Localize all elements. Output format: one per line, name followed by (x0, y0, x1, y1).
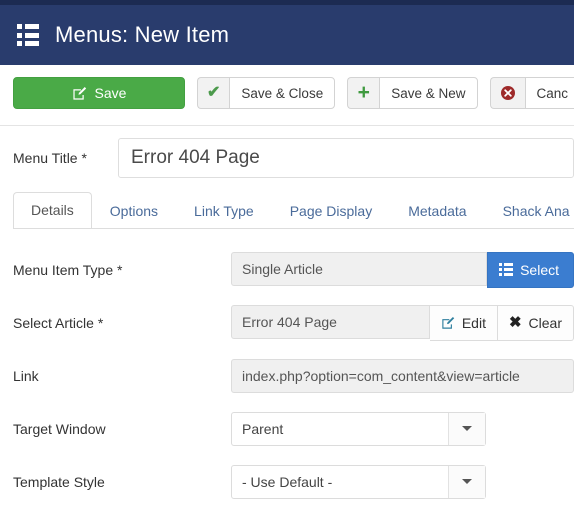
target-window-value: Parent (242, 420, 284, 437)
select-article-value: Error 404 Page (231, 304, 430, 339)
page-header: Menus: New Item (0, 5, 574, 65)
select-article-clear-label: Clear (528, 314, 562, 331)
cancel-button[interactable]: Canc (524, 77, 574, 109)
menu-list-icon (17, 24, 39, 46)
link-value: index.php?option=com_content&view=articl… (231, 358, 574, 393)
tab-details[interactable]: Details (13, 192, 92, 228)
select-article-field: Error 404 Page Edit ✖ Clear (231, 304, 574, 341)
tab-shack-analytics[interactable]: Shack Ana (485, 193, 574, 228)
menu-item-type-select-label: Select (520, 261, 559, 278)
select-article-label: Select Article * (13, 314, 104, 331)
target-window-row: Target Window Parent (13, 402, 574, 455)
main-content: Menu Title * Details Options Link Type P… (0, 126, 574, 508)
tab-page-display[interactable]: Page Display (272, 193, 391, 228)
x-icon: ✖ (508, 314, 522, 331)
save-new-button[interactable]: Save & New (379, 77, 478, 109)
tab-metadata[interactable]: Metadata (390, 193, 484, 228)
select-article-edit-button[interactable]: Edit (429, 304, 498, 341)
link-row: Link index.php?option=com_content&view=a… (13, 349, 574, 402)
menu-item-type-field: Single Article Select (231, 251, 574, 288)
check-icon[interactable]: ✔ (197, 77, 230, 109)
chevron-down-icon[interactable] (448, 465, 485, 498)
template-style-select[interactable]: - Use Default - (231, 464, 486, 499)
target-window-label: Target Window (13, 420, 106, 437)
select-article-clear-button[interactable]: ✖ Clear (497, 304, 574, 341)
pencil-square-icon (441, 316, 455, 330)
tab-link-type[interactable]: Link Type (176, 193, 272, 228)
tab-options[interactable]: Options (92, 193, 176, 228)
select-article-edit-label: Edit (461, 314, 486, 331)
menu-title-row: Menu Title * (13, 126, 574, 184)
menu-title-input[interactable] (118, 138, 574, 178)
pencil-square-icon (72, 86, 87, 101)
select-article-row: Select Article * Error 404 Page Edit ✖ C… (13, 296, 574, 349)
menu-item-type-select-button[interactable]: Select (487, 251, 574, 288)
menu-item-type-row: Menu Item Type * Single Article Select (13, 243, 574, 296)
save-button-group: Save (13, 77, 185, 109)
menu-list-icon (499, 263, 514, 276)
save-button-label: Save (94, 85, 127, 101)
menu-item-type-label: Menu Item Type * (13, 261, 123, 278)
plus-icon[interactable]: + (347, 77, 380, 109)
page-title: Menus: New Item (55, 22, 230, 47)
template-style-label: Template Style (13, 473, 105, 490)
cancel-button-group[interactable]: Canc (489, 77, 574, 109)
menu-title-label: Menu Title * (13, 150, 87, 166)
toolbar: Save ✔ Save & Close + Save & New Canc (0, 65, 574, 126)
save-close-button[interactable]: Save & Close (229, 77, 336, 109)
cancel-circle-icon[interactable] (489, 77, 525, 109)
tab-bar: Details Options Link Type Page Display M… (13, 192, 574, 229)
save-button[interactable]: Save (13, 77, 185, 109)
link-label: Link (13, 367, 39, 384)
link-field: index.php?option=com_content&view=articl… (231, 358, 574, 393)
target-window-select[interactable]: Parent (231, 411, 486, 446)
details-form: Menu Item Type * Single Article Select S… (13, 229, 574, 508)
save-new-button-group[interactable]: + Save & New (347, 77, 478, 109)
chevron-down-icon[interactable] (448, 412, 485, 445)
template-style-row: Template Style - Use Default - (13, 455, 574, 508)
menu-item-type-value: Single Article (231, 251, 488, 286)
template-style-value: - Use Default - (242, 473, 333, 490)
save-close-button-group[interactable]: ✔ Save & Close (197, 77, 336, 109)
